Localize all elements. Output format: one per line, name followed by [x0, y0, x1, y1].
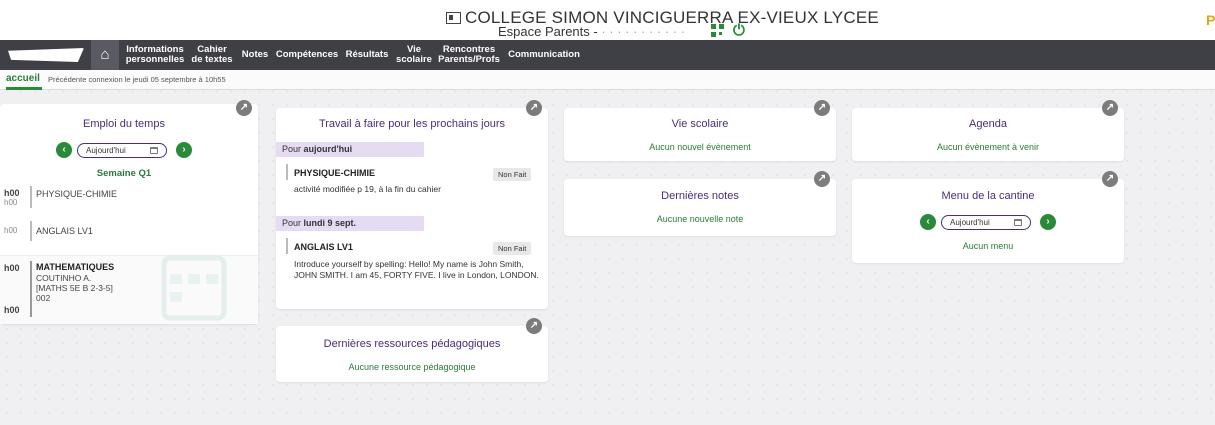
- row-divider: [30, 186, 32, 208]
- cantine-card: ↗ Menu de la cantine ‹ Aujourd'hui › Auc…: [852, 171, 1124, 263]
- section-prefix: Pour: [282, 144, 304, 154]
- nav-rencontres-parents-profs[interactable]: Rencontres Parents/Profs: [436, 40, 502, 70]
- task-subject[interactable]: ANGLAIS LV1: [294, 242, 353, 252]
- emploi-date-picker[interactable]: Aujourd'hui: [77, 143, 167, 158]
- nav-competences[interactable]: Compétences: [274, 40, 340, 70]
- espace-label: Espace Parents - · · · · · · · · · · ·: [498, 24, 685, 39]
- calendar-watermark-icon: [161, 255, 227, 321]
- row-divider: [30, 261, 32, 317]
- row-subject[interactable]: PHYSIQUE-CHIMIE: [36, 189, 117, 199]
- main-nav: ⌂ Informations personnelles Cahier de text…: [0, 40, 1215, 70]
- travail-title: Travail à faire pour les prochains jours: [318, 118, 506, 130]
- power-icon[interactable]: ⏻: [733, 22, 745, 39]
- expand-arrow-icon[interactable]: ↗: [236, 100, 252, 116]
- user-name-redacted: · · · · · · · · · · ·: [601, 24, 686, 39]
- cantine-title: Menu de la cantine: [941, 190, 1035, 202]
- week-label: Semaine Q1: [96, 168, 152, 179]
- task-description: activité modifiée p 19, à la fin du cahi…: [294, 184, 441, 194]
- row-subject[interactable]: ANGLAIS LV1: [36, 226, 93, 236]
- chevron-left-icon[interactable]: ‹: [56, 142, 72, 158]
- calendar-icon: [150, 147, 158, 154]
- section-day: lundi 9 sept.: [303, 218, 357, 228]
- top-header: COLLEGE SIMON VINCIGUERRA EX-VIEUX LYCEE…: [0, 0, 1215, 40]
- nav-resultats[interactable]: Résultats: [344, 40, 390, 70]
- calendar-icon: [1014, 219, 1022, 226]
- row-group: [MATHS 5E B 2-3-5]: [36, 283, 113, 293]
- section-header-lundi: Pour lundi 9 sept.: [276, 216, 424, 231]
- row-time: h00: [4, 226, 18, 235]
- agenda-title: Agenda: [969, 118, 1007, 130]
- ressources-empty: Aucune ressource pédagogique: [348, 362, 476, 372]
- corner-letter: P: [1206, 12, 1215, 28]
- cantine-date-picker[interactable]: Aujourd'hui: [941, 215, 1031, 230]
- expand-arrow-icon[interactable]: ↗: [526, 100, 542, 116]
- status-badge: Non Fait: [493, 168, 532, 181]
- school-card-icon: [446, 12, 461, 24]
- date-value: Aujourd'hui: [950, 218, 990, 227]
- row-room: 002: [36, 293, 51, 303]
- task-divider: [286, 164, 288, 180]
- row-time-end: h00: [4, 305, 20, 315]
- expand-arrow-icon[interactable]: ↗: [1102, 100, 1118, 116]
- section-prefix: Pour: [282, 218, 304, 228]
- row-time: h00: [4, 263, 20, 273]
- row-subject[interactable]: MATHEMATIQUES: [36, 262, 114, 272]
- last-connection-text: Précédente connexion le jeudi 05 septemb…: [48, 75, 226, 84]
- row-divider: [30, 221, 32, 241]
- home-icon: ⌂: [100, 46, 110, 63]
- task-description: Introduce yourself by spelling: Hello! M…: [294, 259, 539, 280]
- emploi-du-temps-card: ↗ Emploi du temps ‹ Aujourd'hui › Semain…: [0, 100, 258, 324]
- expand-arrow-icon[interactable]: ↗: [526, 318, 542, 334]
- row-teacher: COUTINHO A.: [36, 273, 92, 283]
- expand-arrow-icon[interactable]: ↗: [814, 100, 830, 116]
- tab-accueil[interactable]: accueil: [6, 73, 40, 84]
- ressources-title: Dernières ressources pédagogiques: [323, 338, 501, 350]
- home-button[interactable]: ⌂: [91, 40, 119, 70]
- emploi-title: Emploi du temps: [83, 118, 165, 130]
- nav-cahier-de-textes[interactable]: Cahier de textes: [190, 40, 234, 70]
- travail-a-faire-card: ↗ Travail à faire pour les prochains jou…: [276, 100, 548, 309]
- chevron-right-icon[interactable]: ›: [176, 142, 192, 158]
- ressources-card: ↗ Dernières ressources pédagogiques Aucu…: [276, 318, 548, 382]
- row-time: h00: [4, 188, 20, 198]
- active-tab-underline: [6, 87, 42, 90]
- nav-communication[interactable]: Communication: [506, 40, 582, 70]
- cantine-empty: Aucun menu: [962, 241, 1014, 251]
- section-day: aujourd'hui: [303, 144, 353, 154]
- espace-text: Espace Parents -: [498, 24, 602, 39]
- notes-title: Dernières notes: [661, 190, 739, 202]
- nav-notes[interactable]: Notes: [240, 40, 270, 70]
- date-value: Aujourd'hui: [86, 146, 126, 155]
- agenda-empty: Aucun évènement à venir: [936, 142, 1040, 152]
- agenda-card: ↗ Agenda Aucun évènement à venir: [852, 100, 1124, 161]
- task-divider: [286, 238, 288, 254]
- section-header-today: Pour aujourd'hui: [276, 142, 424, 157]
- task-subject[interactable]: PHYSIQUE-CHIMIE: [294, 168, 375, 178]
- nav-informations-personnelles[interactable]: Informations personnelles: [124, 40, 186, 70]
- row-time-end: h00: [4, 198, 18, 207]
- vie-scolaire-title: Vie scolaire: [671, 118, 729, 130]
- notes-card: ↗ Dernières notes Aucune nouvelle note: [564, 171, 836, 236]
- status-badge: Non Fait: [493, 242, 532, 255]
- chevron-left-icon[interactable]: ‹: [920, 214, 936, 230]
- establishment-logo: [8, 48, 84, 62]
- sub-bar: accueil Précédente connexion le jeudi 05…: [0, 70, 1215, 90]
- expand-arrow-icon[interactable]: ↗: [814, 171, 830, 187]
- notes-empty: Aucune nouvelle note: [656, 214, 744, 224]
- nav-vie-scolaire[interactable]: Vie scolaire: [394, 40, 434, 70]
- chevron-right-icon[interactable]: ›: [1040, 214, 1056, 230]
- expand-arrow-icon[interactable]: ↗: [1102, 171, 1118, 187]
- vie-scolaire-card: ↗ Vie scolaire Aucun nouvel évènement: [564, 100, 836, 161]
- qr-code-icon[interactable]: [711, 24, 724, 37]
- vie-scolaire-empty: Aucun nouvel évènement: [649, 142, 751, 152]
